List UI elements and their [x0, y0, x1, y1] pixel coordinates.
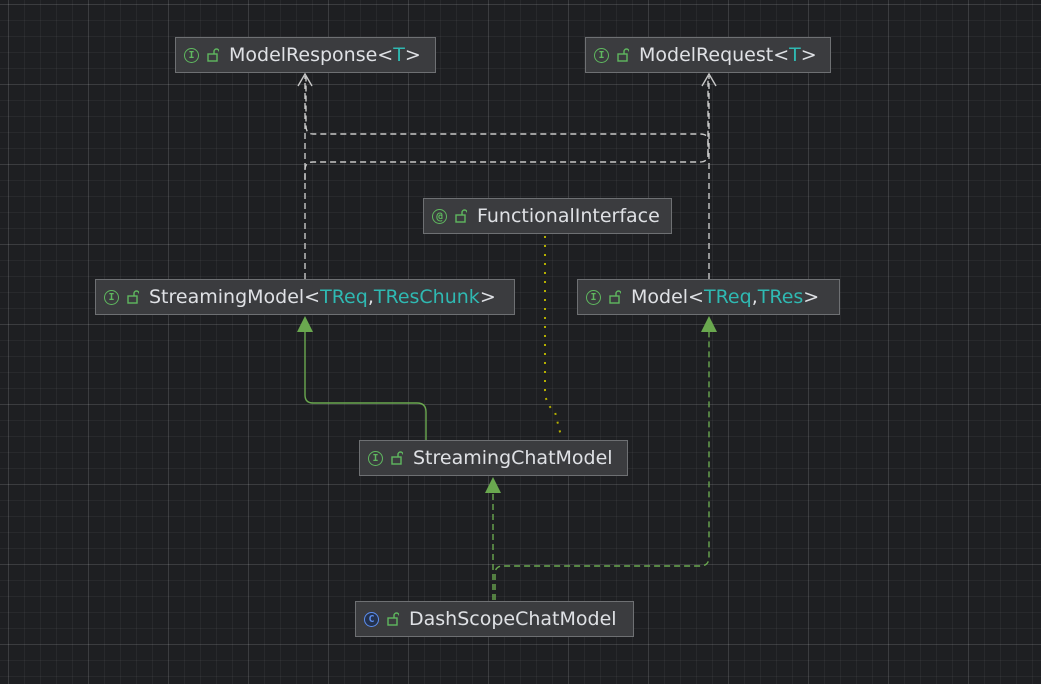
- edge-streamingmodel-to-modelrequest: [304, 76, 709, 180]
- edges-layer: [297, 72, 717, 600]
- node-label-close: >: [404, 44, 421, 66]
- node-label: Model<: [631, 286, 704, 308]
- interface-icon: I: [184, 47, 199, 63]
- type-param: T: [393, 44, 405, 66]
- type-param: T: [789, 44, 801, 66]
- node-streaming-chat-model[interactable]: I StreamingChatModel: [359, 440, 628, 476]
- node-model-response[interactable]: I ModelResponse< T >: [175, 37, 436, 73]
- node-model[interactable]: I Model< TReq, TRes >: [577, 279, 840, 315]
- node-label: ModelRequest<: [639, 44, 790, 66]
- node-streaming-model[interactable]: I StreamingModel< TReq, TResChunk >: [95, 279, 515, 315]
- annotation-icon: @: [432, 208, 447, 224]
- type-param-req: TReq: [320, 286, 368, 308]
- interface-icon: I: [594, 47, 609, 63]
- interface-icon: I: [586, 289, 601, 305]
- node-label: StreamingModel<: [149, 286, 321, 308]
- node-label: ModelResponse<: [229, 44, 394, 66]
- unlock-icon: [391, 451, 403, 465]
- node-label-close: >: [800, 44, 817, 66]
- class-icon: C: [364, 611, 379, 627]
- node-label: StreamingChatModel: [413, 447, 613, 469]
- unlock-icon: [207, 48, 219, 62]
- node-label: DashScopeChatModel: [409, 608, 617, 630]
- type-param-res: TRes: [757, 286, 804, 308]
- node-dashscope-chat-model[interactable]: C DashScopeChatModel: [355, 601, 634, 637]
- node-label: FunctionalInterface: [477, 205, 660, 227]
- unlock-icon: [609, 290, 621, 304]
- interface-icon: I: [368, 450, 383, 466]
- edge-annotation-functionalinterface: [544, 236, 562, 437]
- unlock-icon: [455, 209, 467, 223]
- edge-streamingchatmodel-extends-streamingmodel: [304, 330, 427, 440]
- arrow-head-streamingchatmodel: [485, 477, 501, 493]
- node-label-close: >: [479, 286, 496, 308]
- node-model-request[interactable]: I ModelRequest< T >: [585, 37, 831, 73]
- unlock-icon: [617, 48, 629, 62]
- unlock-icon: [127, 290, 139, 304]
- arrow-head-streamingmodel: [297, 316, 313, 332]
- interface-icon: I: [104, 289, 119, 305]
- unlock-icon: [387, 612, 399, 626]
- node-label-close: >: [803, 286, 820, 308]
- arrow-head-model: [701, 316, 717, 332]
- node-functional-interface[interactable]: @ FunctionalInterface: [423, 198, 672, 234]
- edge-model-to-modelresponse: [305, 76, 709, 155]
- type-param-res: TResChunk: [373, 286, 480, 308]
- type-param-req: TReq: [703, 286, 752, 308]
